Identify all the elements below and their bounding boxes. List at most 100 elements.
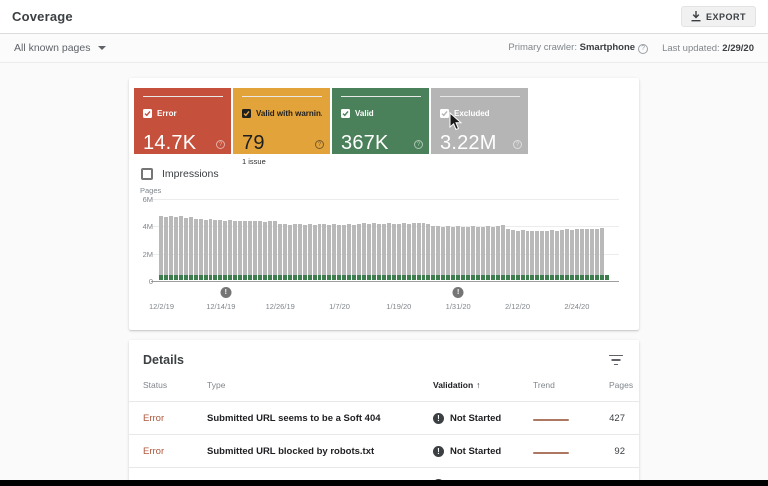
chart-plot-area: 6M 4M 2M 0 12/2/19 12/14/19 12/26/19 1/7/20… [143, 195, 619, 311]
summary-tile-valid[interactable]: Valid 367K? [332, 88, 429, 154]
table-row[interactable]: Error Submitted URL seems to be a Soft 40… [129, 401, 639, 434]
column-header-validation[interactable]: Validation ↑ [433, 380, 533, 390]
chart-bar [188, 217, 193, 280]
trend-cell [533, 413, 609, 424]
summary-tile-error[interactable]: Error 14.7K 7 issues? [134, 88, 231, 166]
x-tick-label: 2/24/20 [564, 302, 590, 311]
validation-label: Not Started [450, 412, 502, 424]
column-header-trend[interactable]: Trend [533, 380, 609, 390]
crawler-info: Primary crawler: Smartphone? Last update… [508, 42, 754, 54]
chart-bar [386, 223, 391, 280]
x-tick-label: 12/2/19 [148, 302, 175, 311]
chart-bar [287, 224, 292, 280]
tile-value: 79 [242, 132, 265, 154]
chart-bar [560, 230, 565, 280]
checkbox-checked-icon [341, 108, 350, 118]
page-scope-dropdown[interactable]: All known pages [14, 42, 107, 54]
chart-bar [362, 223, 367, 280]
chart-bar [193, 218, 198, 280]
validation-label: Not Started [450, 445, 502, 457]
impressions-toggle[interactable]: Impressions [141, 168, 639, 180]
column-header-type[interactable]: Type [207, 380, 433, 390]
details-title: Details [143, 353, 184, 367]
validation-cell: ! Not Started [433, 412, 533, 424]
chart-bar [159, 216, 163, 280]
filter-list-icon[interactable] [608, 354, 623, 366]
chart-bar [525, 230, 530, 280]
chart-bar [416, 222, 421, 280]
chart-bar [485, 226, 490, 280]
chart-bar [495, 226, 500, 280]
chart-bar [490, 226, 495, 280]
export-button[interactable]: EXPORT [680, 6, 756, 27]
chart-bar [322, 223, 327, 280]
chart-bar [505, 229, 510, 280]
column-header-pages[interactable]: Pages [609, 380, 633, 390]
chart-bar [446, 226, 451, 280]
y-tick: 2M [142, 250, 153, 259]
help-icon[interactable]: ? [638, 43, 649, 54]
chart-bar [530, 231, 535, 280]
chart-bar [183, 217, 188, 280]
chart-bar [168, 216, 173, 280]
column-header-status[interactable]: Status [143, 380, 207, 390]
help-icon[interactable]: ? [414, 140, 423, 149]
chart-bar [302, 224, 307, 280]
chart-bar [258, 221, 263, 280]
chart-bar [332, 223, 337, 280]
impressions-checkbox[interactable] [141, 168, 153, 180]
help-icon[interactable]: ? [315, 140, 324, 149]
chart-bar [580, 229, 584, 280]
tile-label: Excluded [454, 108, 490, 118]
chart-bar [535, 230, 540, 280]
help-icon[interactable]: ? [513, 140, 522, 149]
chart-bar [248, 221, 253, 280]
chart-bar [253, 220, 258, 280]
chart-bar [277, 223, 282, 280]
chart-bar [272, 221, 277, 280]
help-icon[interactable]: ? [216, 140, 225, 149]
chart-bar [471, 226, 475, 280]
pages-bar-chart: Pages 6M 4M 2M 0 12/2/19 12/14/19 12/26/19… [129, 186, 639, 316]
chart-bar [599, 228, 604, 280]
chart-bar [173, 217, 178, 280]
table-body: Error Submitted URL seems to be a Soft 40… [129, 401, 639, 486]
not-started-icon: ! [433, 412, 444, 424]
chart-bar [297, 223, 302, 280]
timeline-annotation-marker[interactable]: ! [220, 287, 232, 298]
y-tick: 6M [142, 195, 153, 204]
export-button-label: EXPORT [705, 11, 746, 22]
chart-bar [406, 223, 411, 280]
chart-bar [476, 226, 480, 280]
chart-bar [163, 217, 168, 280]
page-scope-label: All known pages [14, 42, 91, 54]
summary-tiles: Error 14.7K 7 issues? Valid with warnin... 7… [129, 78, 639, 166]
chart-bar [381, 223, 386, 280]
summary-tile-valid-with-warnings[interactable]: Valid with warnin... 79 1 issue? [233, 88, 330, 166]
x-tick-label: 1/31/20 [445, 302, 471, 311]
table-row[interactable]: Error Submitted URL blocked by robots.txt… [129, 434, 639, 467]
chart-bar [431, 226, 436, 280]
page-title: Coverage [12, 9, 73, 24]
video-letterbox [0, 480, 768, 486]
chart-bar [421, 223, 426, 280]
checkbox-checked-icon [143, 108, 152, 118]
chart-bar [178, 216, 183, 280]
summary-tile-excluded[interactable]: Excluded 3.22M? [431, 88, 528, 154]
chart-bar [589, 229, 594, 280]
filter-toolbar: All known pages Primary crawler: Smartph… [0, 34, 768, 63]
chart-bar [218, 219, 223, 280]
y-tick: 4M [142, 222, 153, 231]
x-tick-label: 12/14/19 [206, 302, 236, 311]
type-cell: Submitted URL seems to be a Soft 404 [207, 412, 381, 424]
chart-bar [604, 274, 609, 280]
x-tick-label: 12/26/19 [265, 302, 295, 311]
x-tick-label: 2/12/20 [504, 302, 531, 311]
timeline-annotation-marker[interactable]: ! [452, 287, 464, 298]
last-updated: Last updated: 2/29/20 [662, 42, 754, 54]
coverage-report-screen: Coverage EXPORT All known pages Primary … [0, 0, 768, 486]
chart-bar [411, 223, 416, 280]
chart-bar [540, 231, 545, 280]
chart-bar [342, 224, 347, 280]
chart-bar [401, 223, 406, 280]
